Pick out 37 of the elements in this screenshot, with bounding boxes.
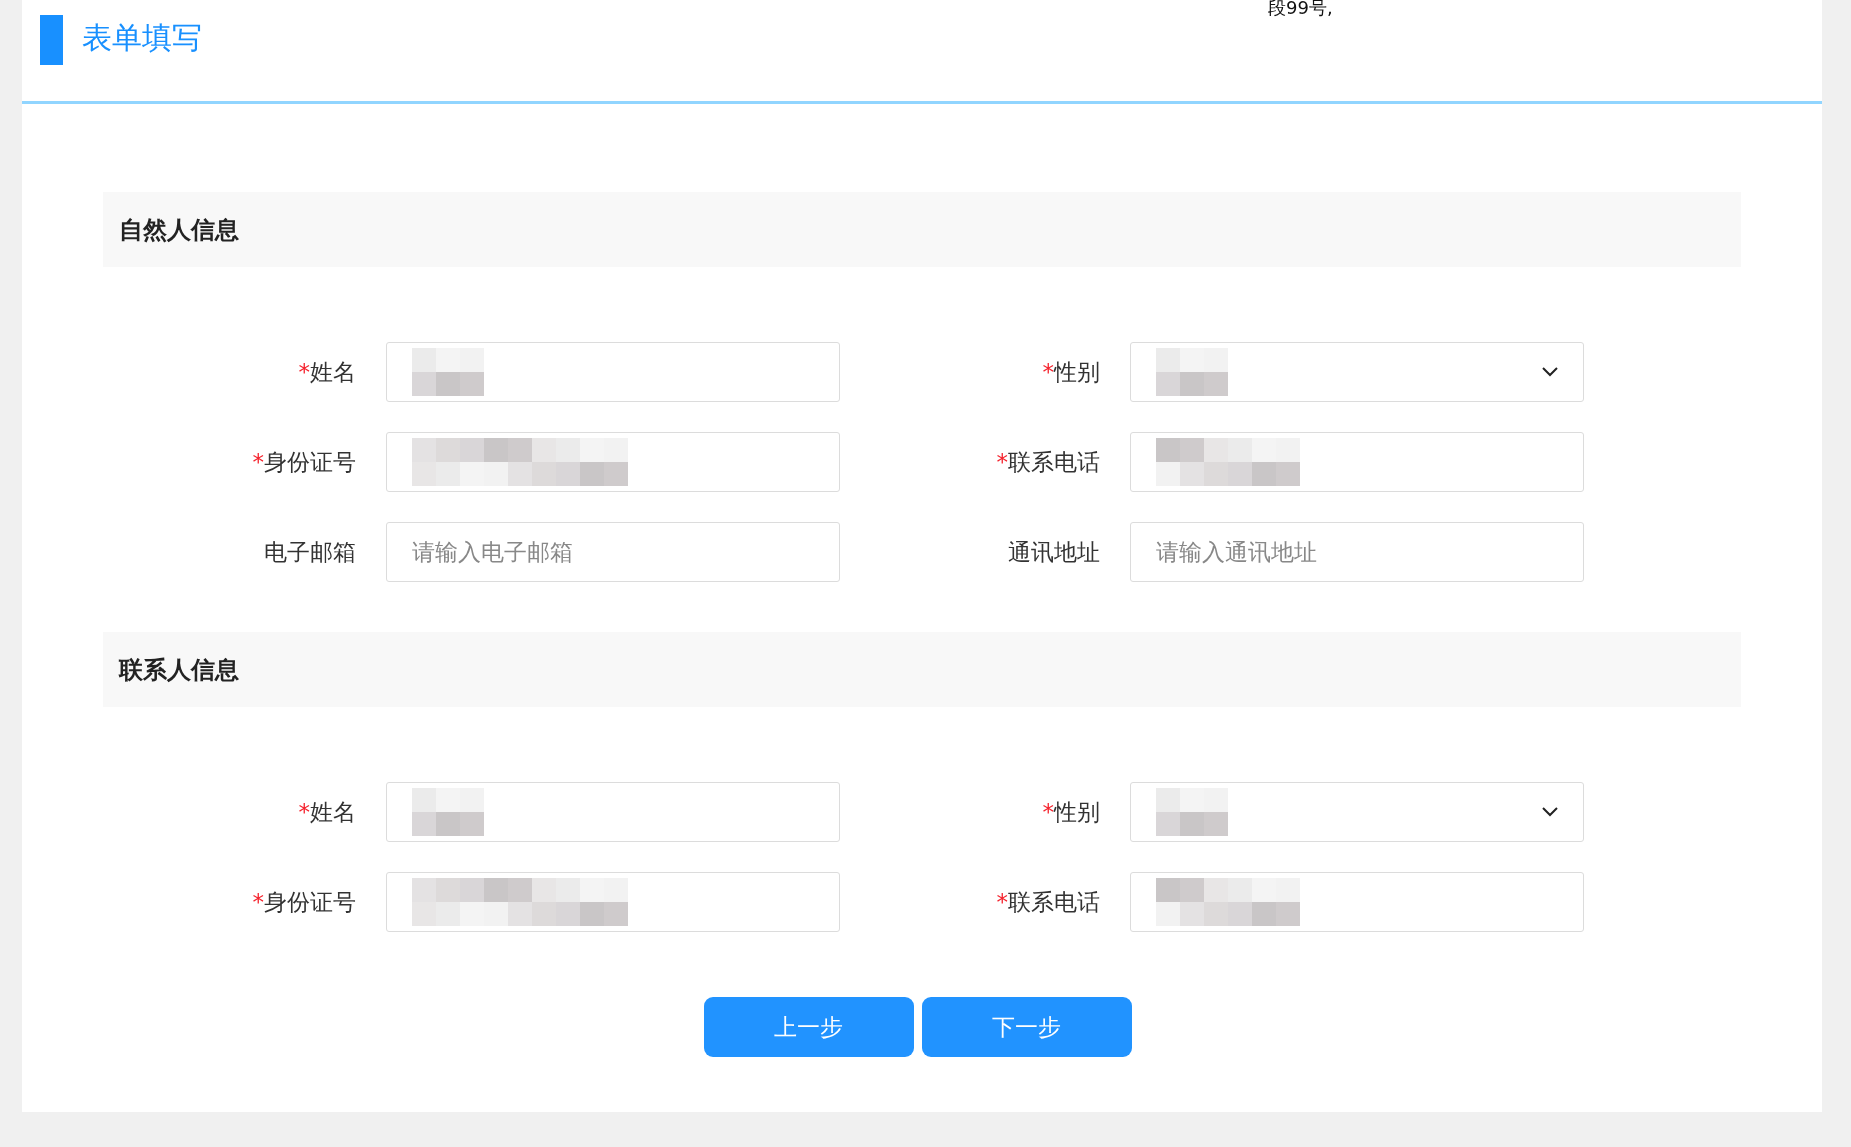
required-mark: * bbox=[252, 888, 264, 915]
step-button[interactable]: 下一步 bbox=[921, 997, 1132, 1057]
field-label: 通讯地址 bbox=[1008, 538, 1100, 565]
select-field[interactable] bbox=[1130, 782, 1584, 842]
field-label: 姓名 bbox=[310, 798, 356, 825]
field-label: 性别 bbox=[1054, 358, 1100, 385]
select-field[interactable] bbox=[1130, 342, 1584, 402]
field-label: 姓名 bbox=[310, 358, 356, 385]
input-field[interactable] bbox=[1130, 872, 1584, 932]
page-title: 表单填写 bbox=[82, 23, 202, 53]
field-label: 身份证号 bbox=[264, 448, 356, 475]
required-mark: * bbox=[252, 448, 264, 475]
required-mark: * bbox=[996, 888, 1008, 915]
input-field[interactable] bbox=[386, 432, 840, 492]
field-label: 电子邮箱 bbox=[264, 538, 356, 565]
field-label: 性别 bbox=[1054, 798, 1100, 825]
step-button[interactable]: 上一步 bbox=[703, 997, 914, 1057]
required-mark: * bbox=[1042, 358, 1054, 385]
input-field[interactable] bbox=[386, 782, 840, 842]
title-accent-bar bbox=[40, 15, 63, 65]
input-field[interactable] bbox=[386, 342, 840, 402]
section-heading: 联系人信息 bbox=[103, 632, 1741, 707]
address-text: 段99号, bbox=[1268, 0, 1333, 17]
required-mark: * bbox=[1042, 798, 1054, 825]
required-mark: * bbox=[996, 448, 1008, 475]
input-field[interactable] bbox=[386, 872, 840, 932]
input-field[interactable]: 请输入电子邮箱 bbox=[386, 522, 840, 582]
chevron-down-icon bbox=[1542, 807, 1558, 817]
input-field[interactable] bbox=[1130, 432, 1584, 492]
field-label: 联系电话 bbox=[1008, 448, 1100, 475]
input-field[interactable]: 请输入通讯地址 bbox=[1130, 522, 1584, 582]
required-mark: * bbox=[298, 358, 310, 385]
section-heading: 自然人信息 bbox=[103, 192, 1741, 267]
chevron-down-icon bbox=[1542, 367, 1558, 377]
field-label: 身份证号 bbox=[264, 888, 356, 915]
field-label: 联系电话 bbox=[1008, 888, 1100, 915]
required-mark: * bbox=[298, 798, 310, 825]
